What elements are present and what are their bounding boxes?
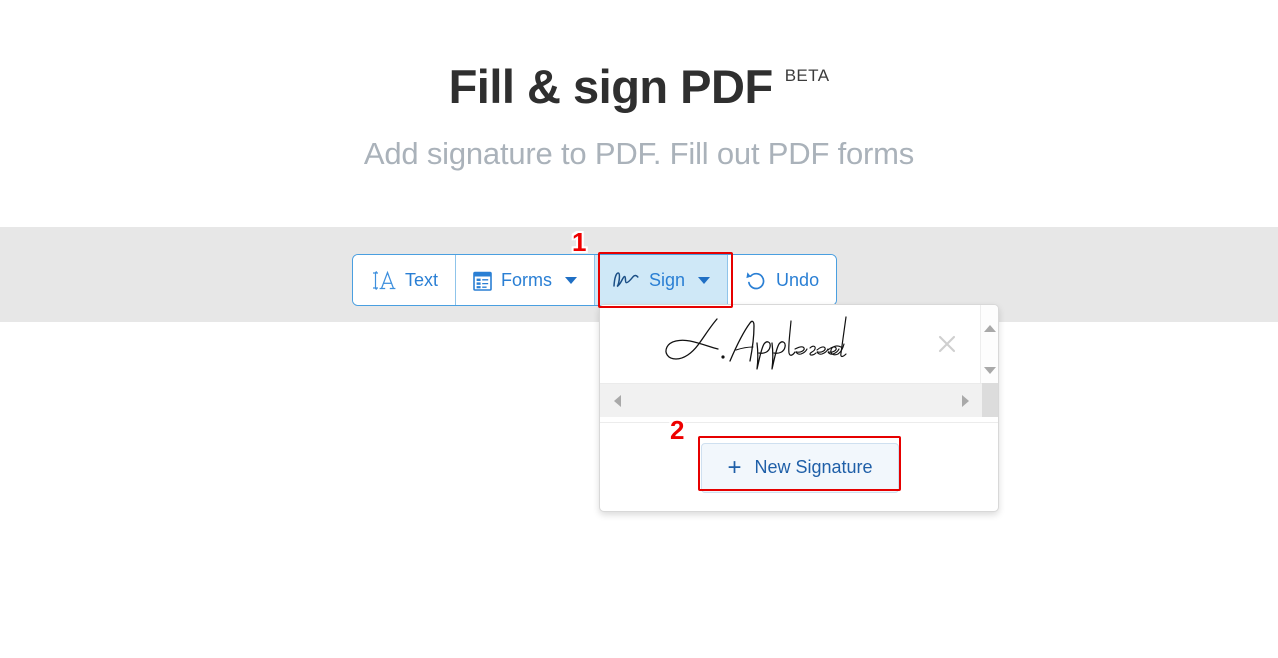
toolbar-button-undo[interactable]: Undo: [728, 255, 837, 305]
chevron-down-icon: [698, 276, 711, 284]
undo-arrow-icon: [745, 270, 767, 291]
signature-stroke-icon: [612, 270, 640, 290]
new-signature-button-label: New Signature: [754, 457, 873, 477]
signature-list-vertical-scrollbar[interactable]: [980, 305, 998, 417]
page-subtitle: Add signature to PDF. Fill out PDF forms: [363, 136, 915, 171]
new-signature-row: + New Signature: [600, 423, 998, 511]
toolbar-button-undo-label: Undo: [776, 269, 820, 290]
fill-sign-pdf-page: Fill & sign PDF BETA Add signature to PD…: [0, 0, 1278, 658]
saved-signature-item[interactable]: [600, 305, 982, 383]
editor-toolbar: Text Forms Sign Undo: [352, 254, 838, 306]
toolbar-button-forms-label: Forms: [501, 269, 553, 290]
vertical-scrollbar-thumb[interactable]: [981, 383, 998, 417]
saved-signature-viewport: [600, 305, 982, 383]
title-row: Fill & sign PDF BETA: [0, 60, 1278, 113]
toolbar-button-text-label: Text: [405, 269, 439, 290]
form-clipboard-icon: [473, 270, 492, 291]
plus-icon: +: [727, 453, 742, 481]
text-cursor-a-icon: [370, 270, 396, 291]
triangle-left-icon[interactable]: [606, 384, 628, 418]
annotation-marker-2: 2: [670, 415, 685, 445]
chevron-down-icon: [565, 276, 578, 284]
beta-badge: BETA: [784, 66, 830, 85]
annotation-marker-1: 1: [572, 227, 587, 257]
page-header: Fill & sign PDF BETA Add signature to PD…: [0, 0, 1278, 227]
page-title: Fill & sign PDF: [448, 60, 774, 113]
delete-signature-icon[interactable]: [934, 331, 960, 357]
toolbar-button-forms[interactable]: Forms: [456, 255, 596, 305]
triangle-up-icon[interactable]: [981, 319, 998, 337]
signature-image-j-appleseed: [660, 313, 860, 380]
toolbar-button-sign[interactable]: Sign: [595, 255, 729, 305]
triangle-down-icon[interactable]: [981, 361, 998, 379]
triangle-right-icon[interactable]: [954, 384, 976, 418]
new-signature-button[interactable]: + New Signature: [701, 442, 899, 493]
signature-list-horizontal-scrollbar[interactable]: [600, 383, 982, 417]
sign-dropdown-panel: + New Signature: [599, 304, 999, 512]
toolbar-button-sign-label: Sign: [649, 269, 686, 290]
toolbar-button-text[interactable]: Text: [353, 255, 457, 305]
